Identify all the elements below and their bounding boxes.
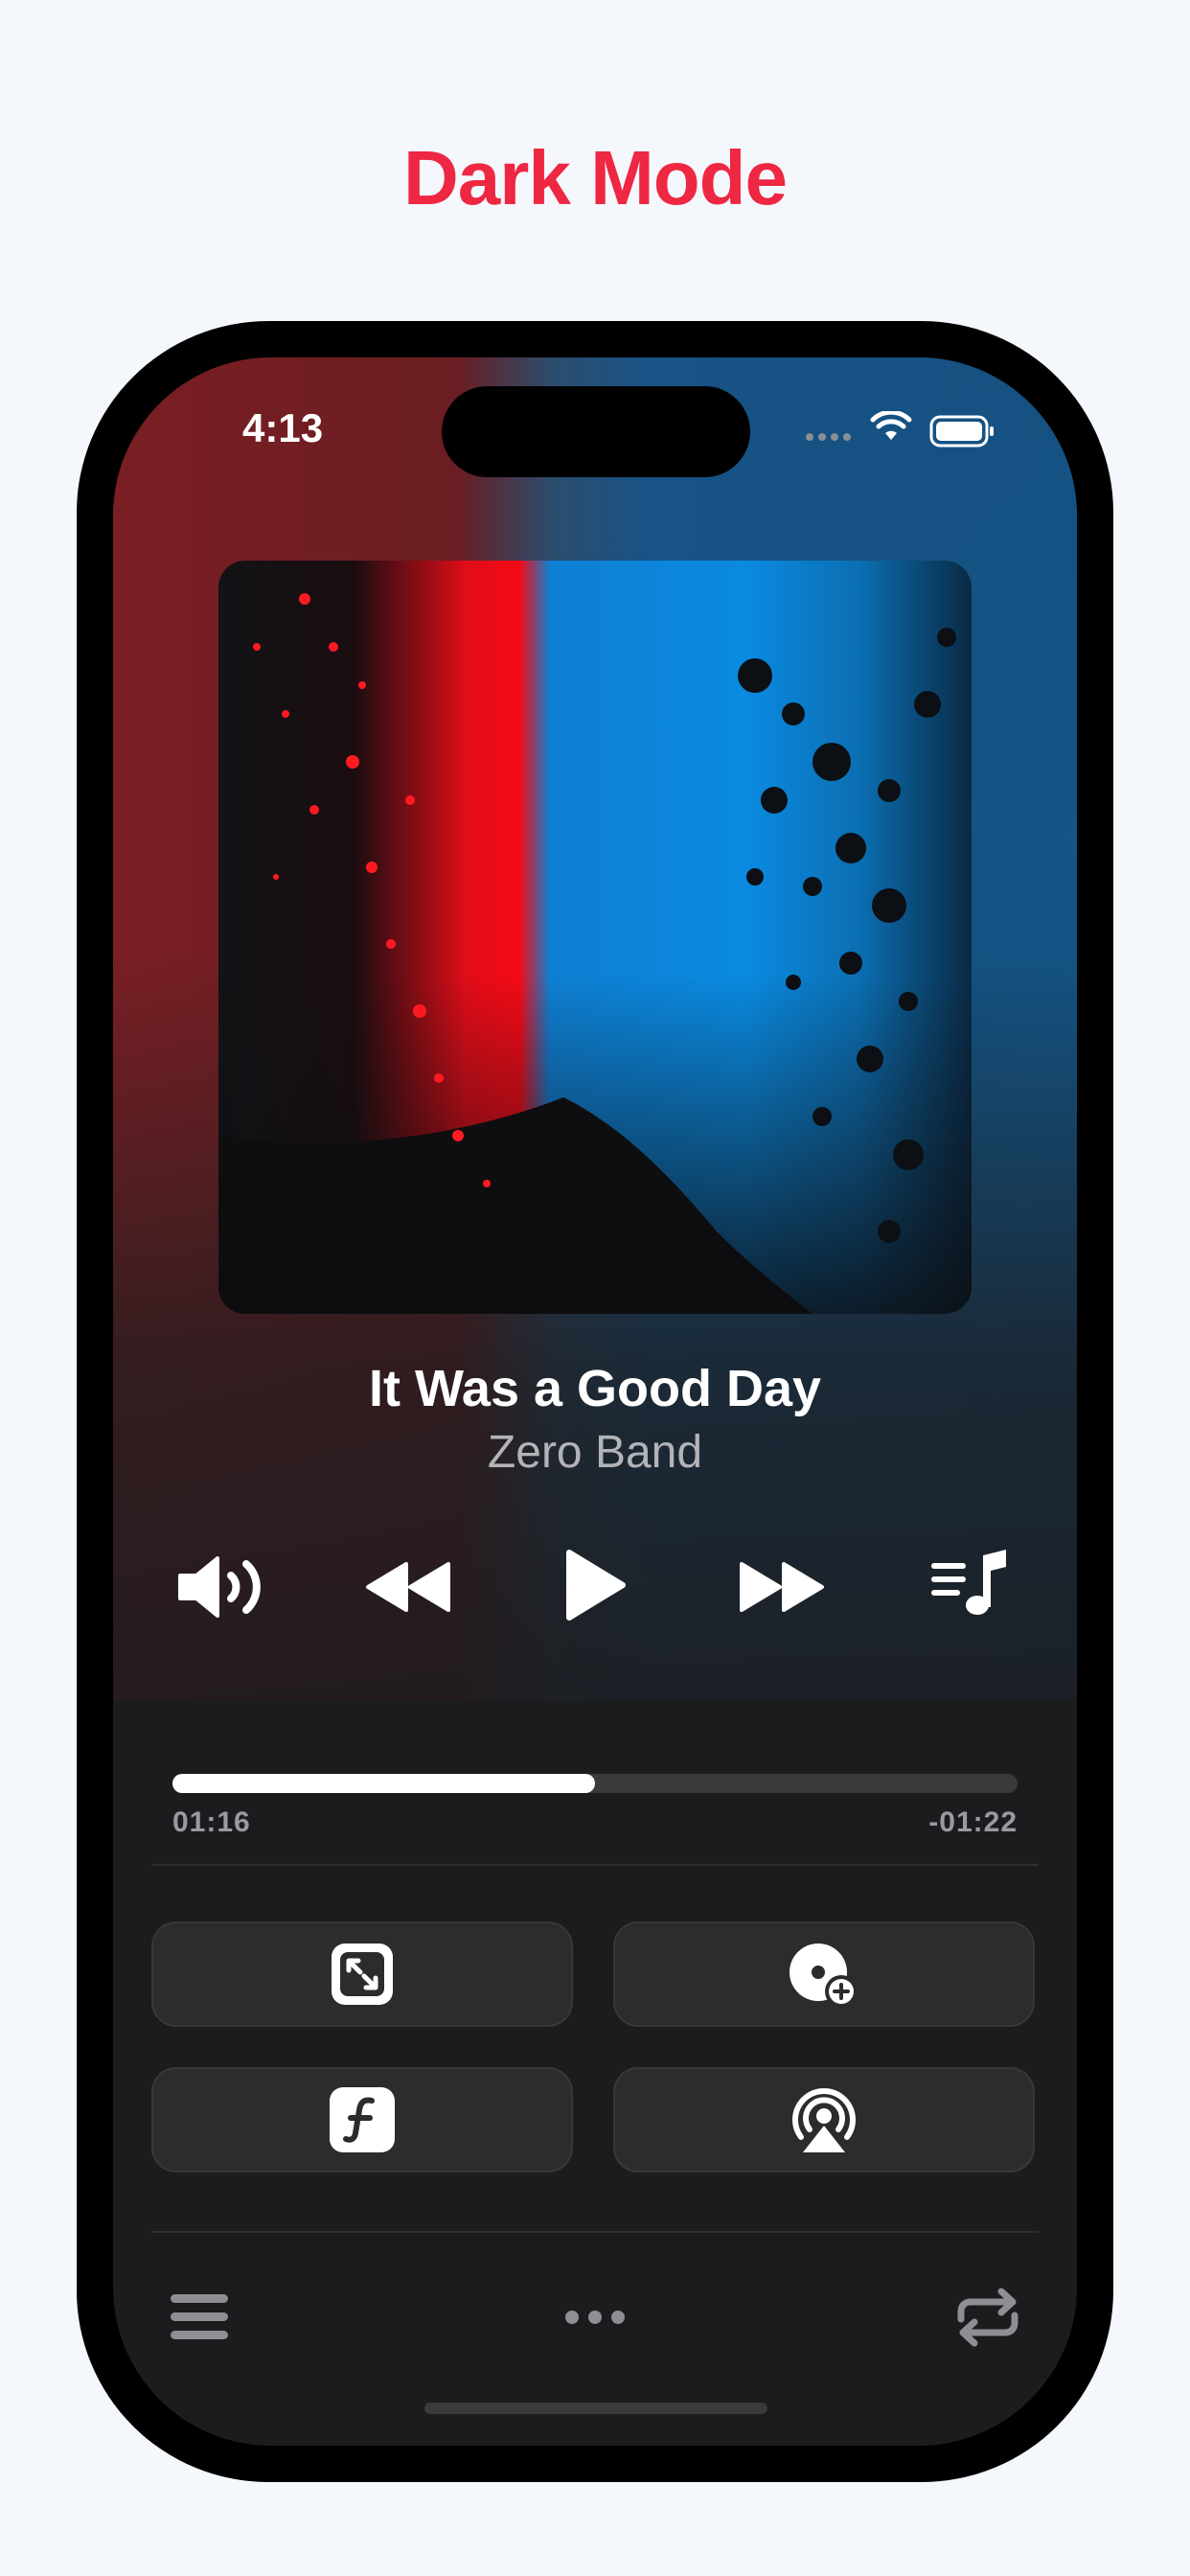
speaker-icon (178, 1556, 261, 1618)
more-icon (565, 2311, 625, 2324)
home-indicator (424, 2403, 767, 2414)
volume-button[interactable] (171, 1544, 276, 1630)
progress-fill (172, 1774, 595, 1793)
play-icon (566, 1550, 626, 1621)
queue-button[interactable] (923, 1536, 1018, 1632)
airplay-icon (792, 2088, 856, 2152)
elapsed-time: 01:16 (172, 1806, 251, 1838)
fullscreen-tile-button[interactable] (151, 1921, 573, 2027)
menu-icon (171, 2294, 228, 2339)
fullscreen-icon (332, 1944, 393, 2005)
play-button[interactable] (552, 1532, 638, 1638)
menu-button[interactable] (161, 2279, 238, 2356)
remaining-time: -01:22 (928, 1806, 1018, 1838)
font-tile-button[interactable] (151, 2067, 573, 2173)
battery-icon (929, 415, 994, 448)
player-screen: 4:13 It Was a Good Day Zero Band 01:16 -… (113, 357, 1077, 2446)
fast-forward-icon (740, 1562, 824, 1612)
next-button[interactable] (734, 1546, 830, 1628)
track-artist: Zero Band (487, 1427, 703, 1478)
divider (151, 1864, 1039, 1866)
track-title: It Was a Good Day (368, 1360, 822, 1417)
status-time: 4:13 (242, 405, 324, 450)
wifi-icon (870, 411, 912, 440)
phone-frame: 4:13 It Was a Good Day Zero Band 01:16 -… (77, 321, 1113, 2482)
progress-bar[interactable] (172, 1774, 1018, 1793)
repeat-icon (957, 2288, 1018, 2347)
more-button[interactable] (552, 2284, 638, 2351)
rewind-icon (366, 1562, 450, 1612)
font-icon (330, 2087, 395, 2152)
add-to-library-icon (790, 1944, 858, 2008)
add-to-library-tile-button[interactable] (613, 1921, 1035, 2027)
album-artwork (218, 561, 972, 1314)
dynamic-island (442, 386, 750, 477)
repeat-button[interactable] (945, 2279, 1031, 2356)
airplay-tile-button[interactable] (613, 2067, 1035, 2173)
cellular-signal-icon (806, 433, 851, 441)
divider (151, 2231, 1039, 2233)
previous-button[interactable] (360, 1546, 456, 1628)
music-queue-icon (931, 1550, 1006, 1615)
page-headline: Dark Mode (403, 135, 788, 220)
